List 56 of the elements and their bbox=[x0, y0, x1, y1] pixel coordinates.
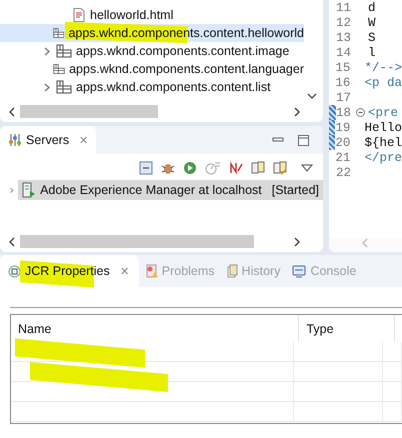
line-number: 13 bbox=[336, 30, 352, 44]
line-number: 11 bbox=[336, 0, 352, 14]
line-number: 15 bbox=[335, 60, 352, 74]
column-header[interactable]: Type bbox=[299, 315, 395, 342]
document-icon bbox=[226, 264, 238, 278]
close-icon[interactable]: ✕ bbox=[79, 134, 88, 146]
bug-icon[interactable] bbox=[161, 161, 175, 175]
tree-item[interactable]: helloworld.html bbox=[0, 6, 304, 24]
line-number: 21 bbox=[335, 150, 352, 164]
code-line: <p da bbox=[364, 76, 402, 90]
line-number: 18 bbox=[336, 106, 352, 120]
publish-icon[interactable] bbox=[251, 161, 265, 175]
problems-icon bbox=[144, 264, 158, 278]
package-icon bbox=[56, 44, 72, 58]
line-number: 20 bbox=[335, 136, 352, 150]
code-line: <pre bbox=[368, 106, 398, 120]
line-number: 17 bbox=[336, 90, 352, 104]
package-icon bbox=[53, 62, 66, 76]
scroll-left-icon[interactable] bbox=[8, 236, 16, 246]
server-icon bbox=[22, 182, 36, 198]
scroll-right-icon[interactable] bbox=[293, 236, 301, 246]
run-icon[interactable] bbox=[183, 161, 197, 175]
code-line: S bbox=[368, 30, 376, 44]
code-line: </pre bbox=[364, 150, 402, 164]
line-number: 12 bbox=[336, 16, 352, 30]
code-line: Hello bbox=[364, 120, 402, 134]
package-icon bbox=[52, 26, 64, 40]
fold-icon[interactable] bbox=[356, 108, 364, 117]
clean-publish-icon[interactable] bbox=[273, 161, 287, 175]
tree-item[interactable]: apps.wknd.components.content.languager bbox=[0, 60, 304, 78]
collapse-all-icon[interactable] bbox=[139, 161, 153, 175]
server-item[interactable]: Adobe Experience Manager at localhost [Started] bbox=[18, 180, 323, 200]
package-icon bbox=[56, 80, 72, 94]
minimize-icon[interactable] bbox=[272, 137, 284, 143]
code-line: d bbox=[368, 0, 376, 14]
line-number: 22 bbox=[336, 166, 352, 180]
scroll-down-icon[interactable] bbox=[307, 93, 317, 100]
servers-tab[interactable]: Servers ✕ bbox=[0, 126, 96, 154]
scroll-left-icon[interactable] bbox=[8, 106, 16, 116]
code-line: */--> bbox=[364, 60, 402, 74]
disconnect-icon[interactable] bbox=[229, 161, 243, 175]
servers-icon bbox=[8, 133, 22, 147]
tree-item[interactable]: apps.wknd.components.content.list bbox=[0, 78, 304, 96]
code-line: W bbox=[368, 16, 376, 30]
close-icon[interactable]: ✕ bbox=[120, 264, 129, 278]
maximize-icon[interactable] bbox=[298, 134, 309, 146]
scroll-right-icon[interactable] bbox=[293, 106, 301, 116]
view-menu-icon[interactable] bbox=[301, 164, 313, 172]
file-icon bbox=[73, 8, 85, 22]
line-number: 14 bbox=[336, 46, 352, 60]
code-line: l bbox=[368, 46, 376, 60]
tree-item[interactable]: apps.wknd.components.content.image bbox=[0, 42, 304, 60]
line-number: 19 bbox=[335, 120, 352, 134]
console-icon bbox=[292, 264, 306, 278]
code-line: ${hel bbox=[364, 136, 402, 150]
line-number: 16 bbox=[335, 76, 352, 90]
